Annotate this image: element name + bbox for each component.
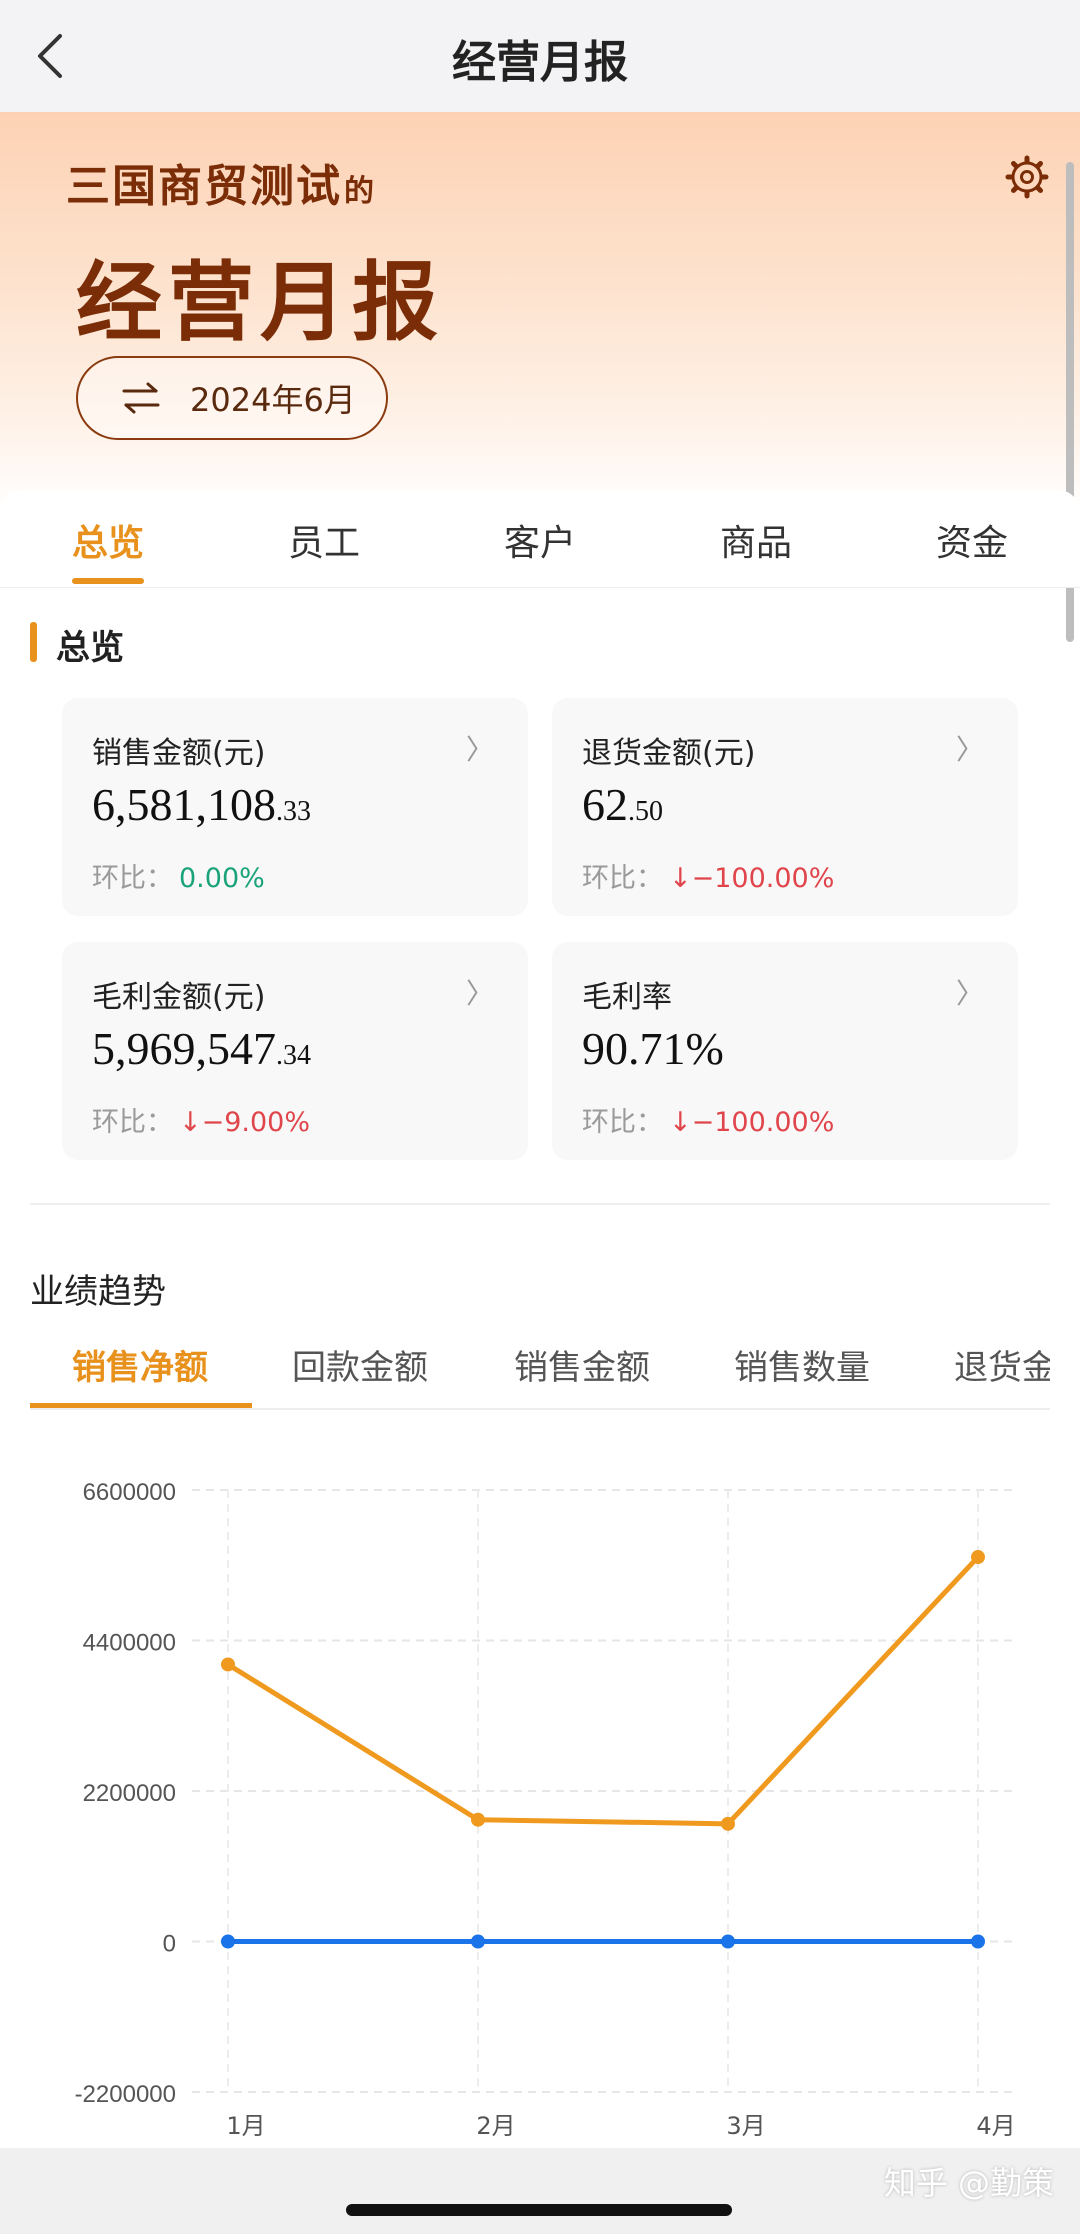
series-line xyxy=(225,1554,981,1827)
home-indicator[interactable] xyxy=(346,2204,732,2216)
settings-gear-icon[interactable] xyxy=(1004,154,1050,200)
x-tick-label: 2月 xyxy=(476,2112,515,2140)
x-tick-label: 1月 xyxy=(226,2112,265,2140)
trend-line-chart: 6600000 4400000 2200000 0 -2200000 1月 2月 3月 4月 xyxy=(75,1479,1016,2140)
page-title: 经营月报 xyxy=(452,37,628,88)
month-label: 2024年6月 xyxy=(190,381,356,419)
down-arrow-icon: ↓ xyxy=(669,1107,692,1138)
card-sales-amount[interactable]: 销售金额(元) 〉 6,581,108.33 环比： 0.00% xyxy=(62,698,528,916)
card-value-dec: .34 xyxy=(276,1040,311,1071)
comparison-value: −100.00% xyxy=(691,863,835,894)
tab-overview[interactable]: 总览 xyxy=(38,514,178,566)
card-value-int: 5,969,547 xyxy=(92,1023,276,1074)
data-point xyxy=(721,1816,735,1831)
main-tabs: 总览 员工 客户 商品 资金 xyxy=(0,490,1080,588)
company-suffix: 的 xyxy=(344,174,376,209)
y-tick-label: 6600000 xyxy=(83,1479,176,1506)
company-name-text: 三国商贸测试 xyxy=(66,161,342,212)
company-name: 三国商贸测试的 xyxy=(66,150,376,214)
section-divider xyxy=(30,1203,1050,1205)
x-tick-label: 4月 xyxy=(976,2112,1015,2140)
card-comparison: 环比： 0.00% xyxy=(92,856,265,895)
tab-funds[interactable]: 资金 xyxy=(902,514,1042,566)
trend-metric-tabs: 销售净额 回款金额 销售金额 销售数量 退货金额 xyxy=(30,1330,1050,1410)
section-title: 总览 xyxy=(56,628,124,668)
chevron-right-icon: 〉 xyxy=(465,977,494,1010)
comparison-label: 环比： xyxy=(582,1107,663,1138)
card-value-dec: .50 xyxy=(628,796,663,827)
card-label: 销售金额(元) xyxy=(92,736,266,771)
card-value-int: 6,581,108 xyxy=(92,779,276,830)
swap-arrows-icon xyxy=(122,382,160,414)
card-label: 毛利率 xyxy=(582,980,672,1015)
data-point xyxy=(971,1934,985,1949)
chevron-right-icon: 〉 xyxy=(955,977,984,1010)
chevron-right-icon: 〉 xyxy=(955,733,984,766)
section-marker xyxy=(30,622,37,662)
card-value-dec: .33 xyxy=(276,796,311,827)
watermark: 知乎 @勤策 xyxy=(883,2164,1054,2202)
card-label: 退货金额(元) xyxy=(582,736,756,771)
comparison-value: −100.00% xyxy=(691,1107,835,1138)
bottom-bar: 知乎 @勤策 xyxy=(0,2148,1080,2234)
tab-employees[interactable]: 员工 xyxy=(254,514,394,566)
card-label: 毛利金额(元) xyxy=(92,980,266,1015)
y-tick-label: -2200000 xyxy=(75,2081,176,2108)
data-point xyxy=(471,1934,485,1949)
trend-title: 业绩趋势 xyxy=(30,1272,166,1312)
tab-products[interactable]: 商品 xyxy=(686,514,826,566)
chevron-right-icon: 〉 xyxy=(465,733,494,766)
active-subtab-indicator xyxy=(30,1403,252,1408)
active-tab-indicator xyxy=(72,578,144,584)
data-point xyxy=(721,1934,735,1949)
nav-bar: 经营月报 xyxy=(0,0,1080,112)
card-value: 6,581,108.33 xyxy=(92,778,311,831)
card-value-int: 62 xyxy=(582,779,628,830)
data-point xyxy=(471,1812,485,1827)
card-comparison: 环比： ↓−100.00% xyxy=(582,856,834,895)
month-selector-button[interactable]: 2024年6月 xyxy=(76,356,388,440)
tab-net-sales[interactable]: 销售净额 xyxy=(72,1340,208,1389)
comparison-label: 环比： xyxy=(92,1107,173,1138)
tab-sales-amount[interactable]: 销售金额 xyxy=(514,1340,650,1389)
x-tick-label: 3月 xyxy=(726,2112,765,2140)
tab-payment-received[interactable]: 回款金额 xyxy=(292,1340,428,1389)
down-arrow-icon: ↓ xyxy=(669,863,692,894)
tab-return-amount[interactable]: 退货金额 xyxy=(954,1340,1050,1389)
comparison-label: 环比： xyxy=(582,863,663,894)
report-title: 经营月报 xyxy=(76,253,444,353)
card-value-int: 90.71% xyxy=(582,1023,724,1074)
y-tick-label: 0 xyxy=(163,1931,176,1958)
data-point xyxy=(971,1550,985,1565)
comparison-value: −9.00% xyxy=(201,1107,311,1138)
data-point xyxy=(221,1657,235,1672)
down-arrow-icon: ↓ xyxy=(179,1107,202,1138)
data-point xyxy=(221,1934,235,1949)
card-comparison: 环比： ↓−9.00% xyxy=(92,1100,310,1139)
comparison-value: 0.00% xyxy=(179,863,265,894)
card-value: 90.71% xyxy=(582,1022,724,1075)
card-gross-profit[interactable]: 毛利金额(元) 〉 5,969,547.34 环比： ↓−9.00% xyxy=(62,942,528,1160)
card-comparison: 环比： ↓−100.00% xyxy=(582,1100,834,1139)
card-value: 62.50 xyxy=(582,778,663,831)
card-gross-margin[interactable]: 毛利率 〉 90.71% 环比： ↓−100.00% xyxy=(552,942,1018,1160)
y-tick-label: 4400000 xyxy=(83,1630,176,1657)
card-value: 5,969,547.34 xyxy=(92,1022,311,1075)
tab-sales-quantity[interactable]: 销售数量 xyxy=(734,1340,870,1389)
report-header: 三国商贸测试的 经营月报 2024年6月 xyxy=(0,112,1080,512)
y-tick-label: 2200000 xyxy=(83,1780,176,1807)
comparison-label: 环比： xyxy=(92,863,173,894)
card-return-amount[interactable]: 退货金额(元) 〉 62.50 环比： ↓−100.00% xyxy=(552,698,1018,916)
tab-customers[interactable]: 客户 xyxy=(470,514,610,566)
